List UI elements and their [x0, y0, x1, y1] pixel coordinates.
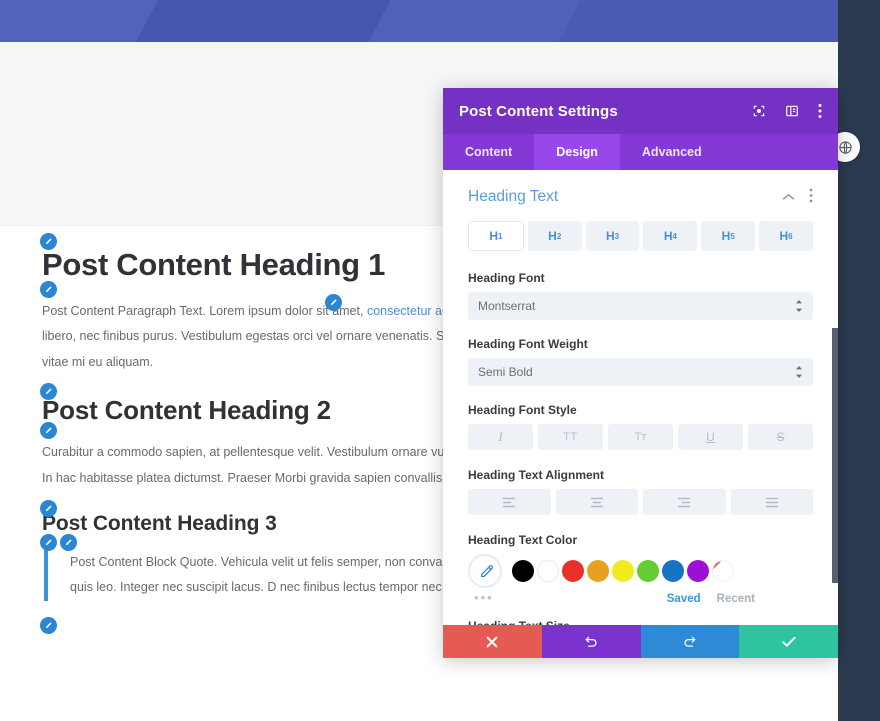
h-label: H	[779, 229, 789, 243]
section-title: Heading Text	[468, 188, 559, 205]
h-sub: 2	[556, 231, 562, 241]
edit-pencil-icon[interactable]	[40, 422, 57, 440]
edit-pencil-icon[interactable]	[325, 293, 342, 311]
chevron-updown-icon	[795, 300, 803, 312]
saved-colors-tab[interactable]: Saved	[667, 593, 701, 605]
h-label: H	[606, 229, 615, 243]
heading-font-weight-value: Semi Bold	[478, 365, 533, 379]
modal-tab-bar: Content Design Advanced	[443, 134, 838, 170]
heading-font-select[interactable]: Montserrat	[468, 292, 813, 320]
cancel-button[interactable]	[443, 625, 542, 658]
swatch-black[interactable]	[512, 560, 534, 582]
redo-button[interactable]	[640, 625, 740, 658]
heading-text-color-swatches	[468, 554, 813, 588]
heading-font-style-label: Heading Font Style	[468, 403, 577, 417]
edit-pencil-icon[interactable]	[40, 533, 57, 551]
swatch-purple[interactable]	[687, 560, 709, 582]
heading-text-size-label: Heading Text Size	[468, 619, 813, 625]
heading-level-h4[interactable]: H4	[643, 221, 698, 251]
swatch-orange[interactable]	[587, 560, 609, 582]
swatch-none[interactable]	[712, 560, 734, 582]
swatch-red[interactable]	[562, 560, 584, 582]
italic-glyph: I	[498, 429, 503, 444]
modal-header-actions	[752, 103, 822, 119]
heading-font-weight-label: Heading Font Weight	[468, 337, 588, 351]
heading-font-value: Montserrat	[478, 299, 536, 313]
align-left-icon[interactable]	[468, 489, 551, 515]
color-more-options[interactable]: •••	[468, 590, 494, 605]
italic-icon[interactable]: I	[468, 424, 533, 450]
tab-advanced[interactable]: Advanced	[620, 134, 724, 170]
capitalize-icon[interactable]: Tт	[608, 424, 673, 450]
tab-content[interactable]: Content	[443, 134, 534, 170]
edit-pencil-icon[interactable]	[40, 499, 57, 517]
heading-text-color-label: Heading Text Color	[468, 533, 578, 547]
h-sub: 4	[672, 231, 677, 241]
heading-text-section-header: Heading Text	[468, 188, 813, 206]
more-vertical-icon[interactable]	[818, 103, 822, 119]
heading-level-h6[interactable]: H6	[759, 221, 813, 251]
align-justify-icon[interactable]	[730, 489, 813, 515]
target-icon[interactable]	[752, 104, 766, 118]
layout-panel-icon[interactable]	[785, 104, 799, 118]
edit-pencil-icon[interactable]	[40, 280, 57, 298]
recent-colors-tab[interactable]: Recent	[717, 593, 755, 605]
underline-glyph: U	[706, 430, 715, 444]
eyedropper-icon[interactable]	[468, 554, 502, 588]
modal-scrollbar-thumb[interactable]	[832, 328, 838, 583]
h-label: H	[663, 229, 673, 243]
heading-text-alignment-group	[468, 489, 813, 515]
swatch-white[interactable]	[537, 560, 559, 582]
heading-level-h2[interactable]: H2	[527, 221, 582, 251]
heading-font-label: Heading Font	[468, 271, 545, 285]
more-vertical-icon[interactable]	[809, 188, 813, 206]
paragraph-text-lead: Post Content Paragraph Text. Lorem ipsum…	[42, 303, 367, 318]
post-content-settings-modal: Post Content Settings Content Design Adv…	[443, 88, 838, 658]
heading-level-h3[interactable]: H3	[585, 221, 640, 251]
align-center-icon[interactable]	[555, 489, 638, 515]
align-right-icon[interactable]	[643, 489, 726, 515]
h-label: H	[548, 229, 557, 243]
modal-header: Post Content Settings	[443, 88, 838, 134]
heading-level-h5[interactable]: H5	[701, 221, 756, 251]
screen-root: Post Content Heading 1 Post Content Para…	[0, 0, 880, 721]
underline-icon[interactable]: U	[678, 424, 743, 450]
edit-pencil-icon[interactable]	[40, 617, 57, 635]
uppercase-icon[interactable]: TT	[538, 424, 603, 450]
heading-text-alignment-label: Heading Text Alignment	[468, 468, 605, 482]
heading-font-style-group: I TT Tт U S	[468, 424, 813, 450]
strikethrough-icon[interactable]: S	[748, 424, 813, 450]
undo-button[interactable]	[541, 625, 641, 658]
h-sub: 5	[730, 231, 735, 241]
h-label: H	[721, 229, 731, 243]
modal-title: Post Content Settings	[459, 102, 618, 120]
h-sub: 1	[498, 231, 503, 241]
chevron-updown-icon	[795, 366, 803, 378]
heading-level-h1[interactable]: H1	[468, 221, 524, 251]
right-dark-rail	[838, 0, 880, 721]
edit-pencil-icon[interactable]	[40, 382, 57, 400]
color-meta-row: Saved Recent	[494, 593, 813, 605]
swatch-green[interactable]	[637, 560, 659, 582]
strikethrough-glyph: S	[776, 430, 785, 444]
tab-design[interactable]: Design	[534, 134, 620, 170]
modal-scrollbar[interactable]	[832, 252, 838, 625]
capitalize-glyph: Tт	[634, 431, 647, 443]
uppercase-glyph: TT	[563, 431, 578, 443]
h-sub: 3	[614, 231, 620, 241]
swatch-blue[interactable]	[662, 560, 684, 582]
swatch-yellow[interactable]	[612, 560, 634, 582]
heading-font-weight-select[interactable]: Semi Bold	[468, 358, 813, 386]
save-button[interactable]	[739, 625, 838, 658]
chevron-up-icon[interactable]	[782, 190, 795, 204]
modal-body: Heading Text H1 H2 H 3 H 4 H 5 H 6 Headi…	[443, 170, 838, 625]
hero-banner	[0, 0, 880, 42]
modal-footer	[443, 625, 838, 658]
h-sub: 6	[788, 231, 793, 241]
edit-pencil-icon[interactable]	[60, 533, 77, 551]
h-label: H	[489, 229, 499, 243]
heading-level-group: H1 H2 H3 H4 H5 H6	[468, 221, 813, 251]
edit-pencil-icon[interactable]	[40, 233, 57, 250]
